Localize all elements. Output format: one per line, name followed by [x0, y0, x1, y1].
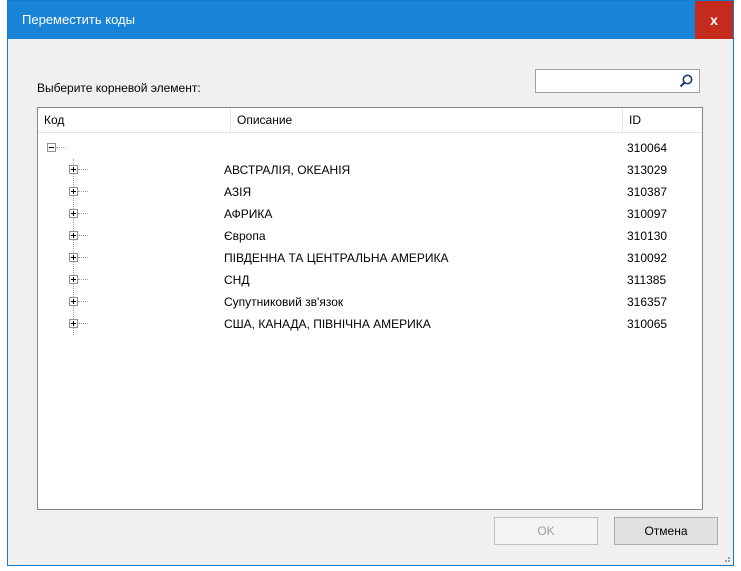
dialog-title: Переместить коды: [22, 12, 135, 27]
tree-row[interactable]: США, КАНАДА, ПІВНІЧНА АМЕРИКА 310065: [38, 313, 702, 335]
column-header-description[interactable]: Описание: [231, 108, 623, 132]
expand-icon[interactable]: [69, 275, 78, 284]
expand-icon[interactable]: [69, 165, 78, 174]
move-codes-dialog: Переместить коды x Выберите корневой эле…: [7, 0, 734, 566]
search-icon[interactable]: [678, 73, 694, 89]
row-id: 313029: [627, 163, 668, 177]
tree-row[interactable]: СНД 311385: [38, 269, 702, 291]
tree-header: Код Описание ID: [38, 108, 702, 133]
tree-row[interactable]: АФРИКА 310097: [38, 203, 702, 225]
tree-row[interactable]: АЗІЯ 310387: [38, 181, 702, 203]
expand-icon[interactable]: [69, 231, 78, 240]
close-button[interactable]: x: [695, 1, 733, 39]
row-description: Європа: [224, 229, 266, 243]
expand-icon[interactable]: [69, 297, 78, 306]
expand-icon[interactable]: [69, 209, 78, 218]
row-description: США, КАНАДА, ПІВНІЧНА АМЕРИКА: [224, 317, 431, 331]
tree-row[interactable]: Супутниковий зв'язок 316357: [38, 291, 702, 313]
row-id: 316357: [627, 295, 668, 309]
search-input[interactable]: [535, 69, 700, 93]
expand-icon[interactable]: [69, 187, 78, 196]
title-bar: Переместить коды x: [8, 1, 733, 39]
row-id: 310387: [627, 185, 668, 199]
tree-row[interactable]: Європа 310130: [38, 225, 702, 247]
codes-tree-list[interactable]: Код Описание ID 310064 АВСТРАЛІЯ, ОКЕАНІ…: [37, 107, 703, 510]
tree-root-row[interactable]: 310064: [38, 137, 702, 159]
root-id: 310064: [627, 141, 668, 155]
row-description: СНД: [224, 273, 250, 287]
column-header-code[interactable]: Код: [38, 108, 231, 132]
row-description: АФРИКА: [224, 207, 273, 221]
cancel-button[interactable]: Отмена: [614, 517, 718, 545]
collapse-icon[interactable]: [47, 143, 56, 152]
expand-icon[interactable]: [69, 319, 78, 328]
row-description: Супутниковий зв'язок: [224, 295, 344, 309]
row-id: 310065: [627, 317, 668, 331]
row-id: 310130: [627, 229, 668, 243]
row-description: ПІВДЕННА ТА ЦЕНТРАЛЬНА АМЕРИКА: [224, 251, 449, 265]
expand-icon[interactable]: [69, 253, 78, 262]
row-description: АВСТРАЛІЯ, ОКЕАНІЯ: [224, 163, 351, 177]
column-header-id[interactable]: ID: [623, 108, 703, 132]
row-description: АЗІЯ: [224, 185, 252, 199]
row-id: 310097: [627, 207, 668, 221]
ok-button[interactable]: OK: [494, 517, 598, 545]
tree-row[interactable]: АВСТРАЛІЯ, ОКЕАНІЯ 313029: [38, 159, 702, 181]
resize-grip-icon[interactable]: [721, 553, 731, 563]
root-element-label: Выберите корневой элемент:: [37, 81, 201, 95]
row-id: 311385: [627, 273, 667, 287]
tree-row[interactable]: ПІВДЕННА ТА ЦЕНТРАЛЬНА АМЕРИКА 310092: [38, 247, 702, 269]
row-id: 310092: [627, 251, 668, 265]
